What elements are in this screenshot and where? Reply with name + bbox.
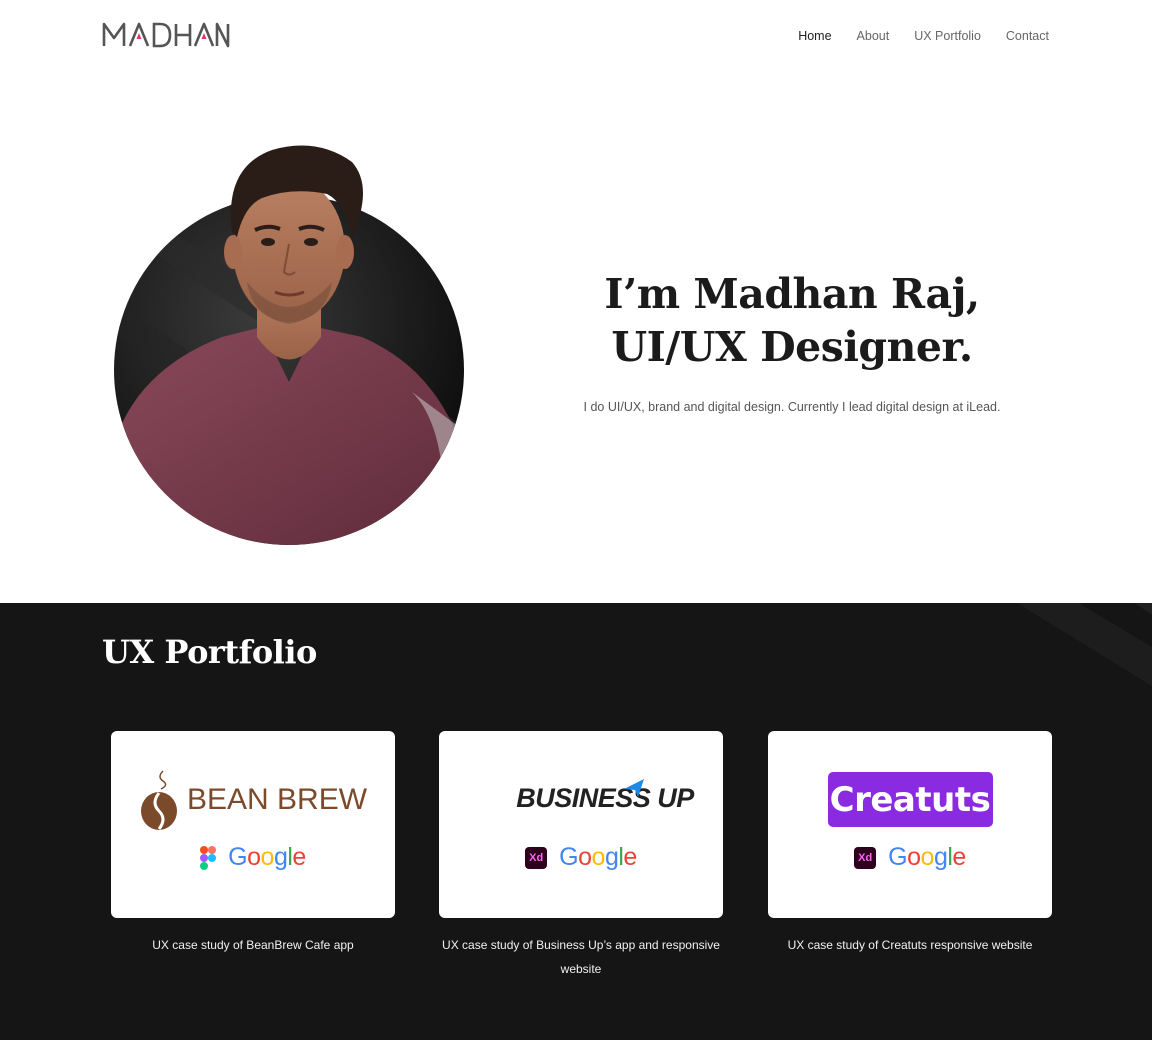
- beanbrew-logo: BEAN BREW: [111, 769, 395, 831]
- portfolio-card-creatuts[interactable]: Creatuts Xd Google: [768, 731, 1052, 918]
- business-up-logo: BUSINESS UP: [439, 778, 723, 814]
- hero-text: I’m Madhan Raj, UI/UX Designer. I do UI/…: [560, 268, 1024, 414]
- google-logo: Google: [888, 843, 966, 871]
- google-logo: Google: [228, 843, 306, 871]
- portfolio-caption-business-up[interactable]: UX case study of Business Up’s app and r…: [439, 933, 723, 981]
- hero-title-line1: I’m Madhan Raj,: [604, 270, 980, 318]
- arrow-icon: [623, 778, 644, 797]
- creatuts-logo: Creatuts: [768, 772, 1052, 827]
- creatuts-wordmark: Creatuts: [829, 779, 991, 820]
- nav-contact[interactable]: Contact: [1006, 29, 1049, 43]
- beanbrew-wordmark: BEAN BREW: [186, 783, 368, 816]
- portfolio-card-beanbrew[interactable]: BEAN BREW Google: [111, 731, 395, 918]
- site-header: Home About UX Portfolio Contact: [0, 0, 1152, 72]
- decorative-stripes: [1017, 603, 1152, 687]
- portfolio-title: UX Portfolio: [102, 633, 317, 671]
- tool-logos: Xd Google: [439, 843, 723, 872]
- site-logo[interactable]: [102, 20, 230, 48]
- creatuts-badge: Creatuts: [827, 772, 993, 827]
- profile-photo: [112, 132, 466, 552]
- xd-icon: Xd: [525, 846, 548, 869]
- hero-title-line2: UI/UX Designer.: [611, 323, 973, 371]
- main-nav: Home About UX Portfolio Contact: [798, 29, 1049, 43]
- portfolio-caption-creatuts[interactable]: UX case study of Creatuts responsive web…: [768, 933, 1052, 957]
- portfolio-card-business-up[interactable]: BUSINESS UP Xd Google: [439, 731, 723, 918]
- nav-ux-portfolio[interactable]: UX Portfolio: [914, 29, 981, 43]
- hero-subtitle: I do UI/UX, brand and digital design. Cu…: [583, 400, 1001, 414]
- hero-title: I’m Madhan Raj, UI/UX Designer.: [560, 268, 1024, 374]
- tool-logos: Xd Google: [768, 843, 1052, 872]
- nav-home[interactable]: Home: [798, 29, 831, 43]
- xd-icon: Xd: [854, 846, 877, 869]
- portfolio-section: UX Portfolio BEAN BREW Google UX case st…: [0, 603, 1152, 1040]
- tool-logos: Google: [111, 843, 395, 872]
- nav-about[interactable]: About: [857, 29, 890, 43]
- figma-icon: [200, 845, 217, 870]
- madhan-logo: [102, 22, 230, 48]
- business-up-wordmark: BUSINESS UP: [516, 783, 694, 813]
- google-logo: Google: [559, 843, 637, 871]
- portfolio-caption-beanbrew[interactable]: UX case study of BeanBrew Cafe app: [111, 933, 395, 957]
- hero-section: I’m Madhan Raj, UI/UX Designer. I do UI/…: [0, 72, 1152, 603]
- coffee-bean-icon: [140, 770, 177, 830]
